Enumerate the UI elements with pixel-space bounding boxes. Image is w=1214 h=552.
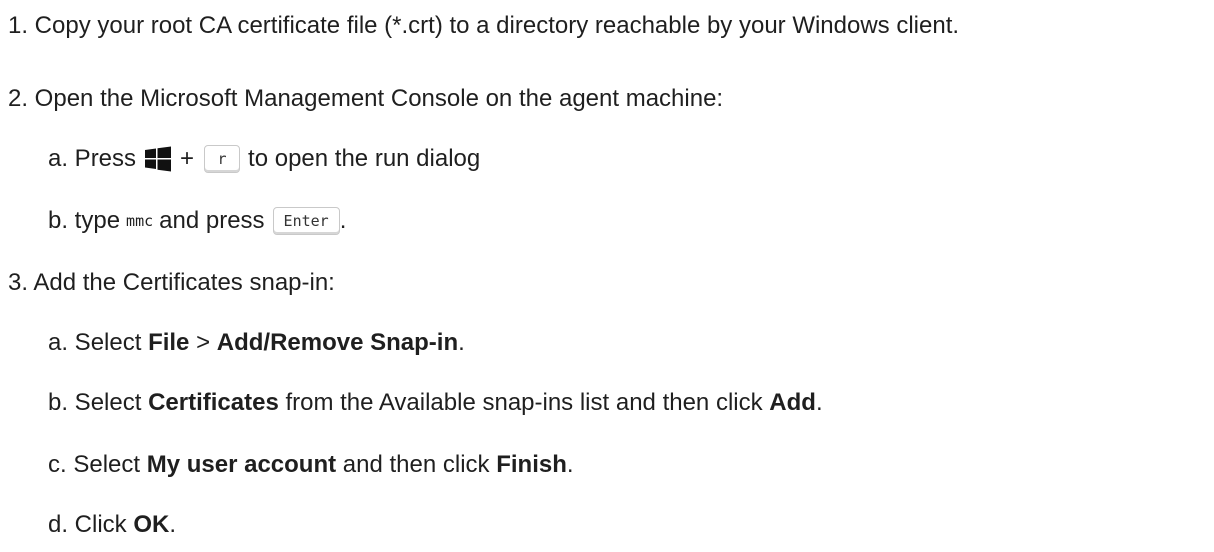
step-3c-middle: and then click [336, 451, 497, 478]
r-key: r [204, 145, 241, 173]
ok-label: OK [133, 511, 170, 538]
finish-label: Finish [496, 451, 567, 478]
step-3d-prefix: d. Click [48, 511, 134, 538]
step-3c: c. Select My user account and then click… [48, 450, 574, 480]
step-2b-prefix: b. type [48, 207, 121, 234]
step-3b-middle: from the Available snap-ins list and the… [278, 389, 770, 416]
step-3b-suffix: . [815, 389, 823, 416]
step-2: 2. Open the Microsoft Management Console… [8, 84, 723, 114]
my-user-account-label: My user account [146, 451, 337, 478]
step-2a: a. Press + r to open the run dialog [48, 144, 480, 174]
certificates-label: Certificates [148, 389, 279, 416]
step-3d-suffix: . [169, 511, 177, 538]
step-3-text: 3. Add the Certificates snap-in: [8, 269, 335, 296]
step-3: 3. Add the Certificates snap-in: [8, 268, 335, 298]
step-3a-prefix: a. Select [48, 329, 149, 356]
mmc-code: mmc [126, 212, 154, 230]
step-3a-suffix: . [458, 329, 465, 356]
step-3a: a. Select File > Add/Remove Snap-in . [48, 328, 465, 358]
plus-sign: + [180, 145, 195, 172]
step-2b-suffix: . [339, 207, 347, 234]
enter-key: Enter [272, 207, 340, 235]
menu-separator: > [189, 329, 217, 356]
step-3b-prefix: b. Select [48, 389, 149, 416]
step-2-text: 2. Open the Microsoft Management Console… [8, 85, 724, 112]
step-3c-suffix: . [566, 451, 574, 478]
add-label: Add [769, 389, 816, 416]
step-1-text: 1. Copy your root CA certificate file (*… [8, 12, 960, 39]
step-3c-prefix: c. Select [48, 451, 147, 478]
file-menu-label: File [148, 329, 190, 356]
step-2b-middle: and press [159, 207, 265, 234]
step-3b: b. Select Certificates from the Availabl… [48, 388, 823, 418]
add-remove-snapin-label: Add/Remove Snap-in [216, 329, 459, 356]
step-1: 1. Copy your root CA certificate file (*… [8, 11, 959, 41]
windows-key-icon [144, 146, 172, 172]
step-3d: d. Click OK . [48, 510, 176, 540]
step-2a-suffix: to open the run dialog [248, 145, 481, 172]
step-2a-prefix: a. Press [48, 145, 137, 172]
step-2b: b. type mmc and press Enter . [48, 206, 346, 236]
